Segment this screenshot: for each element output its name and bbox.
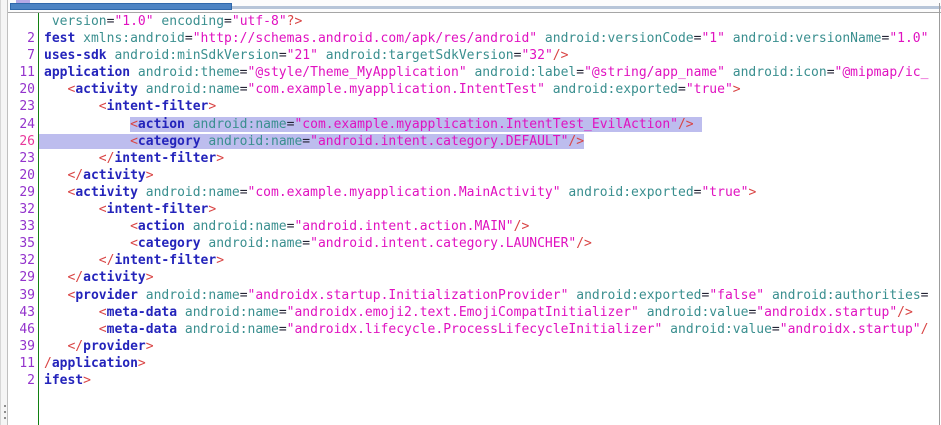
code-line[interactable]: application android:theme="@style/Theme_… xyxy=(44,64,940,81)
splitter-grip-dot xyxy=(4,417,6,419)
line-number: 24 xyxy=(8,116,35,133)
gutter-divider xyxy=(38,13,39,425)
line-number: 33 xyxy=(8,218,35,235)
line-number: 2 xyxy=(8,372,35,389)
code-area[interactable]: version="1.0" encoding="utf-8"?>fest xml… xyxy=(44,13,940,389)
line-number: 43 xyxy=(8,304,35,321)
scrollbar-thumb[interactable] xyxy=(10,3,232,10)
code-line[interactable]: <provider android:name="androidx.startup… xyxy=(44,287,940,304)
code-line[interactable]: <meta-data android:name="androidx.emoji2… xyxy=(44,304,940,321)
code-line[interactable]: ifest> xyxy=(44,372,940,389)
line-number: 26 xyxy=(8,133,35,150)
line-number: 32 xyxy=(8,252,35,269)
line-number: 11 xyxy=(8,355,35,372)
code-line[interactable]: </intent-filter> xyxy=(44,252,940,269)
line-number: 39 xyxy=(8,338,35,355)
code-line[interactable]: fest xmlns:android="http://schemas.andro… xyxy=(44,30,940,47)
code-line[interactable]: </provider> xyxy=(44,338,940,355)
line-number: 23 xyxy=(8,98,35,115)
line-number: 35 xyxy=(8,235,35,252)
selection-highlight: <action android:name="com.example.myappl… xyxy=(130,117,702,132)
scrollbar-track[interactable] xyxy=(224,6,941,9)
xml-source-editor-window: 271120232426232029323335322939434639112 … xyxy=(0,0,941,425)
code-line[interactable]: <action android:name="com.example.myappl… xyxy=(44,116,940,133)
line-number: 20 xyxy=(8,81,35,98)
splitter-grip-dot xyxy=(4,405,6,407)
line-number: 7 xyxy=(8,47,35,64)
code-line[interactable]: version="1.0" encoding="utf-8"?> xyxy=(44,13,940,30)
horizontal-scrollbar xyxy=(8,0,941,13)
line-number: 11 xyxy=(8,64,35,81)
line-number: 29 xyxy=(8,269,35,286)
code-line[interactable]: </activity> xyxy=(44,269,940,286)
line-number: 32 xyxy=(8,201,35,218)
code-line[interactable]: </intent-filter> xyxy=(44,150,940,167)
line-number: 29 xyxy=(8,184,35,201)
code-editor[interactable]: 271120232426232029323335322939434639112 … xyxy=(8,13,940,425)
code-line[interactable]: <intent-filter> xyxy=(44,98,940,115)
code-line[interactable]: <action android:name="android.intent.act… xyxy=(44,218,940,235)
selection-highlight: <category android:name="android.intent.c… xyxy=(39,134,584,149)
code-line[interactable]: <category android:name="android.intent.c… xyxy=(44,235,940,252)
code-line[interactable]: <activity android:name="com.example.myap… xyxy=(44,184,940,201)
code-line[interactable]: <meta-data android:name="androidx.lifecy… xyxy=(44,321,940,338)
pane-splitter[interactable] xyxy=(0,0,8,425)
line-number: 2 xyxy=(8,30,35,47)
line-number: 46 xyxy=(8,321,35,338)
line-number-gutter: 271120232426232029323335322939434639112 xyxy=(8,13,35,389)
code-line[interactable]: /application> xyxy=(44,355,940,372)
code-line[interactable]: <category android:name="android.intent.c… xyxy=(44,133,940,150)
line-number: 20 xyxy=(8,167,35,184)
code-line[interactable]: <intent-filter> xyxy=(44,201,940,218)
code-line[interactable]: <activity android:name="com.example.myap… xyxy=(44,81,940,98)
code-line[interactable]: uses-sdk android:minSdkVersion="21" andr… xyxy=(44,47,940,64)
line-number xyxy=(8,13,35,30)
splitter-grip-dot xyxy=(4,411,6,413)
pane-right-border xyxy=(939,3,940,425)
code-line[interactable]: </activity> xyxy=(44,167,940,184)
line-number: 39 xyxy=(8,287,35,304)
line-number: 23 xyxy=(8,150,35,167)
